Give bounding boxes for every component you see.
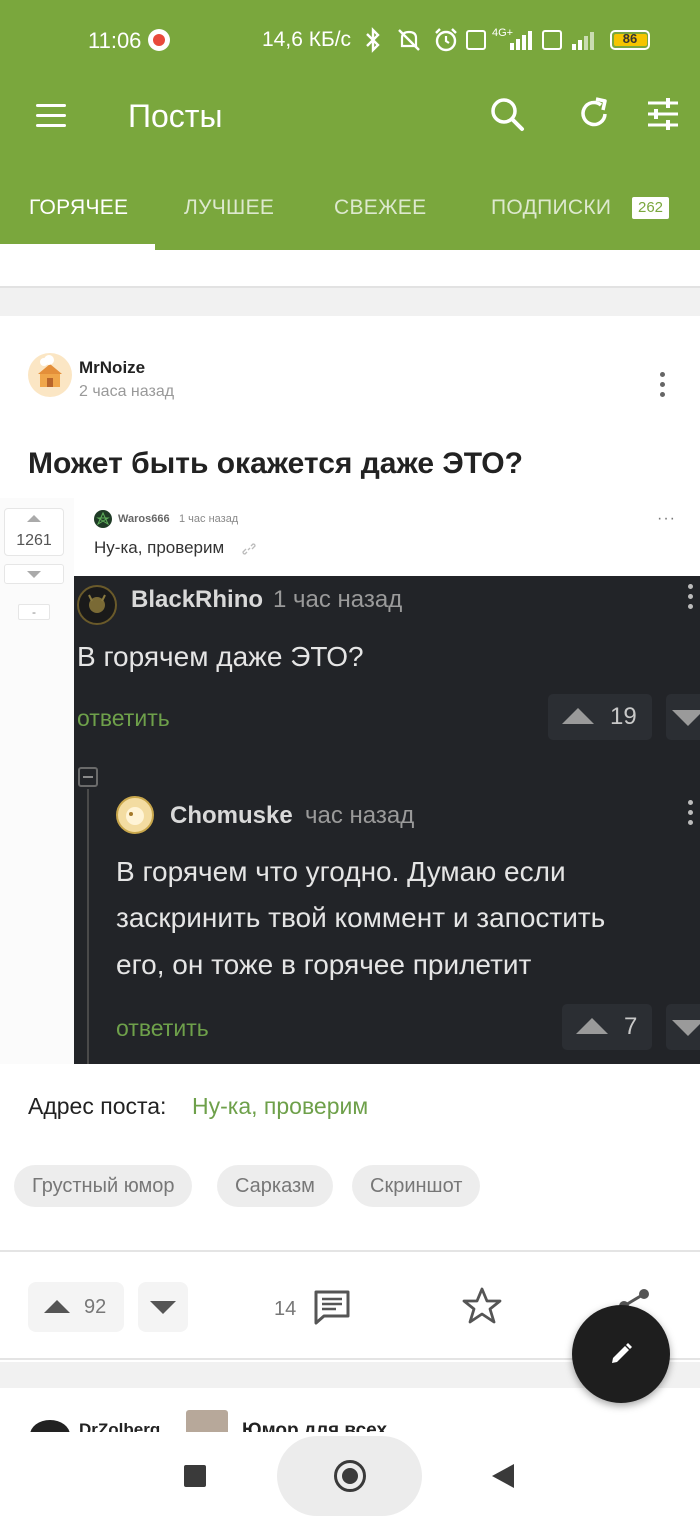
comment-icon[interactable] [312,1288,352,1326]
page-title: Посты [128,98,223,134]
comment1-time: 1 час назад [273,586,403,613]
comment1-upvote: 19 [548,694,652,740]
bluetooth-icon [366,27,380,53]
screenshot-mini-time: 1 час назад [179,513,239,525]
signal-icon [510,31,532,50]
status-net-speed: 14,6 КБ/с [262,28,352,51]
author-avatar[interactable] [28,353,72,397]
system-nav-bar [0,1432,700,1517]
comment1-more-icon [688,584,694,614]
screenshot-mini-avatar [94,510,112,528]
subscriptions-badge: 262 [632,197,670,219]
screenshot-downvote-box [4,564,64,584]
comment2-line: В горячем что угодно. Думаю если [116,856,566,887]
downvote-icon [150,1301,176,1314]
menu-icon[interactable] [36,104,66,128]
screenshot-comments: BlackRhino 1 час назад В горячем даже ЭТ… [74,576,700,1064]
screenshot-rating: 1261 [16,532,52,549]
comment2-author: Chomuske [170,802,293,829]
comment2-votes: 7 [624,1013,638,1040]
back-icon[interactable] [492,1464,514,1488]
tab-fresh[interactable]: СВЕЖЕЕ [334,196,426,220]
tag-chip[interactable]: Сарказм [217,1165,333,1207]
search-icon[interactable] [489,96,525,132]
tag-chip[interactable]: Грустный юмор [14,1165,193,1207]
comment1-author: BlackRhino [131,586,264,613]
comment2-downvote [666,1004,700,1050]
screenshot-mini-text: Ну-ка, проверим [94,538,225,557]
home-button[interactable] [277,1436,422,1516]
tab-hot[interactable]: ГОРЯЧЕЕ [29,196,128,220]
screenshot-more-icon: ··· [657,510,676,527]
star-icon[interactable] [462,1286,502,1326]
tag-chip[interactable]: Скриншот [352,1165,481,1207]
comment1-votes: 19 [610,703,637,730]
screen-record-icon [148,29,170,51]
volte-icon-2 [542,30,562,50]
post-image[interactable]: 1261 - Waros666 1 час назад ··· Ну-ка, п… [0,498,700,1064]
mute-icon [398,29,420,51]
comment1-text: В горячем даже ЭТО? [77,641,364,672]
screenshot-downvote-icon [27,571,41,578]
battery-icon: 86 [610,30,650,50]
comment2-reply: ответить [116,1015,209,1041]
upvote-button[interactable]: 92 [28,1282,124,1332]
thread-line [87,789,89,1064]
post-author[interactable]: MrNoize [79,358,145,378]
tab-subscriptions[interactable]: ПОДПИСКИ [491,196,611,220]
create-post-button[interactable] [572,1305,670,1403]
post-time: 2 часа назад [79,383,175,400]
status-time: 11:06 [88,28,142,53]
downvote-button[interactable] [138,1282,188,1332]
post-title[interactable]: Может быть окажется даже ЭТО? [28,447,523,481]
comment2-line: заскринить твой коммент и запостить [116,902,606,933]
upvote-icon [44,1300,70,1313]
battery-level: 86 [622,31,638,46]
comment1-downvote [666,694,700,740]
comment2-avatar [116,796,154,834]
tab-indicator [0,244,155,250]
screenshot-original-post: Waros666 1 час назад ··· Ну-ка, проверим [74,498,700,576]
tab-best[interactable]: ЛУЧШЕЕ [184,196,274,220]
screenshot-upvote-icon [27,515,41,522]
signal-icon-2 [572,32,594,50]
refresh-icon[interactable] [576,96,612,132]
post-address-label: Адрес поста: [28,1093,167,1119]
home-icon [334,1460,366,1492]
post-rating: 92 [84,1296,107,1318]
app-bar: 11:06 14,6 КБ/с 4G+ 86 Посты ГОРЯЧЕЕ ЛУЧ… [0,0,700,250]
screenshot-link-icon [242,543,256,555]
screenshot-rating-column: 1261 - [0,498,74,1064]
comment2-line: его, он тоже в горячее прилетит [116,949,532,980]
thread-collapse-icon [78,767,98,787]
edit-icon [612,1343,632,1363]
comment1-avatar [77,585,117,625]
comment2-more-icon [688,800,694,830]
screenshot-collapse-box: - [18,604,50,620]
post-separator [0,286,700,316]
filter-icon[interactable] [645,96,681,132]
volte-icon [466,30,486,50]
screenshot-mini-author: Waros666 [118,513,170,525]
comment1-reply: ответить [77,705,170,731]
post-menu-icon[interactable] [653,370,673,400]
recents-icon[interactable] [184,1465,206,1487]
comment2-upvote: 7 [562,1004,652,1050]
post-address-link[interactable]: Ну-ка, проверим [192,1093,368,1120]
comments-count[interactable]: 14 [274,1298,296,1321]
comment2-time: час назад [305,802,415,829]
alarm-icon [435,28,457,52]
